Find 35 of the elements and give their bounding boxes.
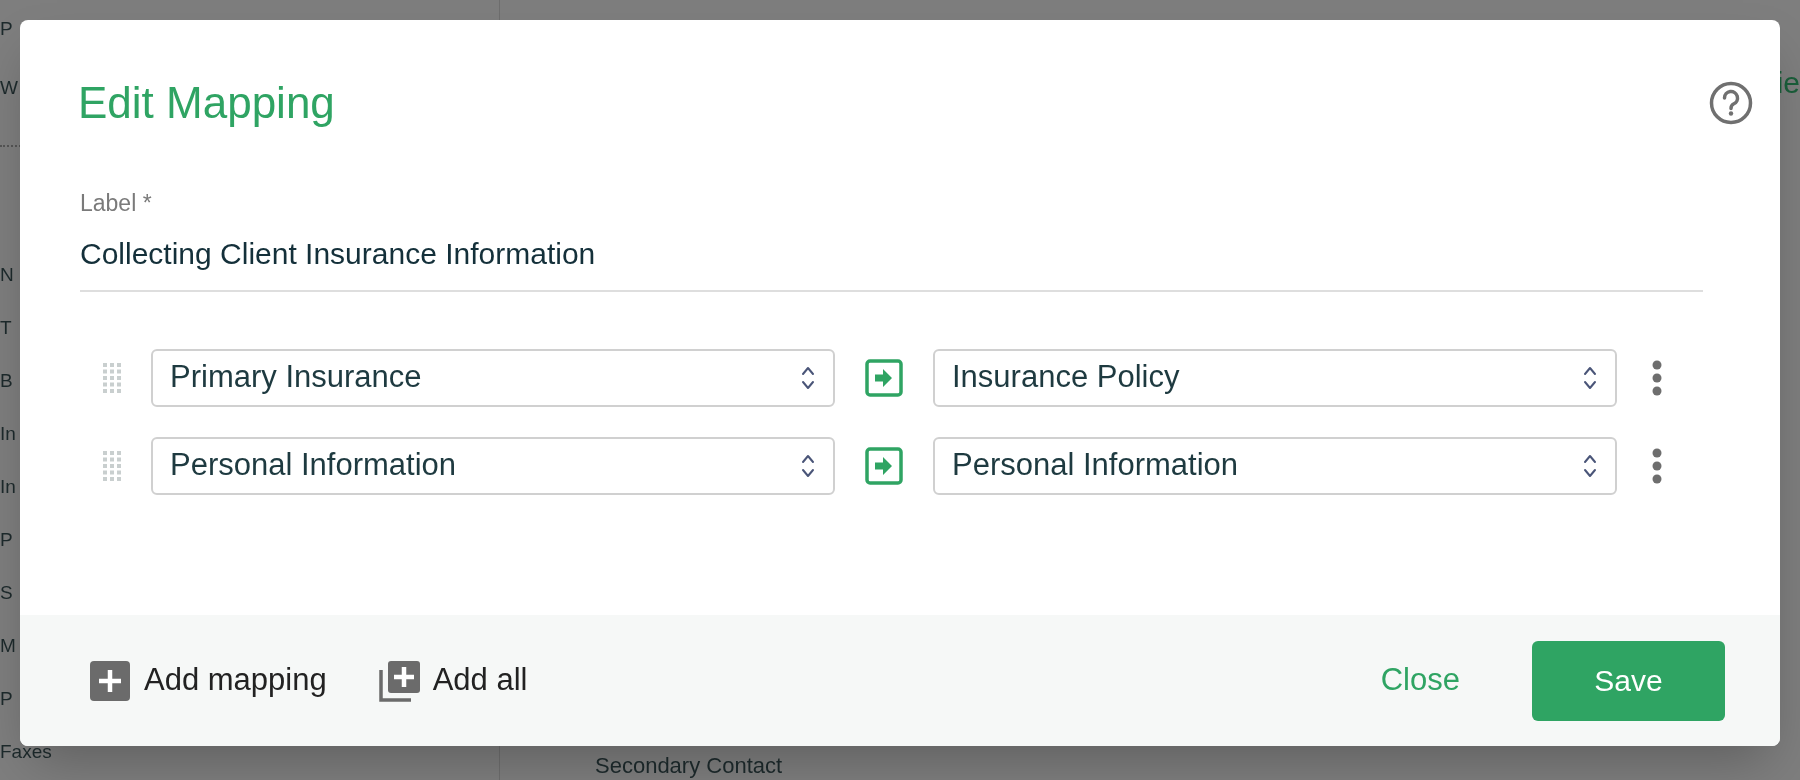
sidebar-item[interactable]: In [0, 422, 16, 446]
select-field[interactable]: Primary Insurance [151, 348, 835, 407]
sidebar-item[interactable]: T [0, 316, 12, 340]
drag-handle-icon[interactable] [103, 450, 123, 481]
copy-plus-icon [378, 659, 421, 702]
more-options-icon[interactable] [1652, 359, 1662, 396]
dialog-title: Edit Mapping [78, 77, 335, 129]
close-button[interactable]: Close [1370, 647, 1470, 714]
plus-icon [90, 660, 130, 701]
sidebar-item[interactable]: P [0, 13, 13, 45]
chevron-updown-icon [1583, 364, 1597, 391]
chevron-updown-icon [801, 364, 815, 391]
sidebar-item[interactable]: In [0, 475, 16, 499]
sidebar-item[interactable]: M [0, 634, 16, 658]
select-field[interactable]: Personal Information [933, 436, 1617, 495]
add-mapping-button[interactable]: Add mapping [90, 657, 327, 704]
help-icon[interactable] [1709, 81, 1753, 125]
sidebar-item[interactable]: P [0, 687, 13, 711]
sidebar-item[interactable]: P [0, 528, 13, 552]
sidebar-item[interactable]: W [0, 72, 18, 104]
section-title: Secondary Contact [595, 753, 783, 778]
add-all-button[interactable]: Add all [378, 657, 528, 704]
sidebar-item[interactable]: B [0, 369, 13, 393]
arrow-right-icon [865, 446, 903, 485]
select-field[interactable]: Insurance Policy [933, 348, 1617, 407]
chevron-updown-icon [1583, 452, 1597, 479]
chevron-updown-icon [801, 452, 815, 479]
more-options-icon[interactable] [1652, 447, 1662, 484]
save-button[interactable]: Save [1532, 640, 1725, 721]
sidebar-item[interactable]: S [0, 581, 13, 605]
label-field[interactable]: Label * Collecting Client Insurance Information [80, 186, 1703, 292]
sidebar-item[interactable]: N [0, 263, 14, 287]
select-field[interactable]: Personal Information [151, 436, 835, 495]
drag-handle-icon[interactable] [103, 362, 123, 393]
arrow-right-icon [865, 358, 903, 397]
